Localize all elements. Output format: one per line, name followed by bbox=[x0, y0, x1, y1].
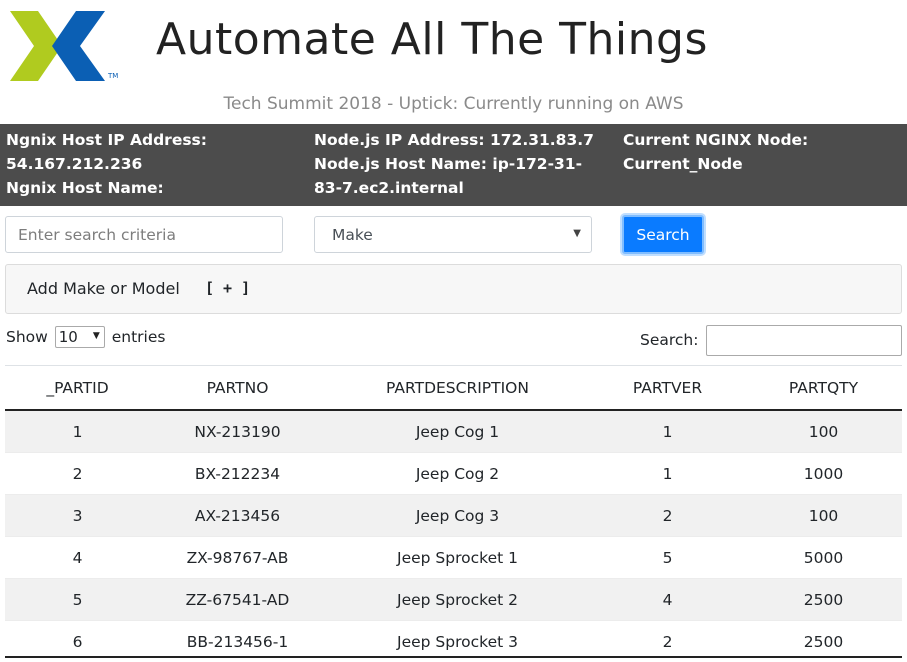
entries-length-control: Show 10 ▼ entries bbox=[6, 326, 165, 348]
nginx-ip-text: Ngnix Host IP Address: 54.167.212.236 bbox=[6, 131, 207, 173]
add-make-model-label: Add Make or Model bbox=[27, 279, 180, 298]
entries-select[interactable]: 10 ▼ bbox=[54, 326, 105, 348]
table-row: 4 ZX-98767-AB Jeep Sprocket 1 5 5000 bbox=[5, 536, 902, 579]
add-plus-button[interactable]: [ + ] bbox=[205, 279, 250, 297]
column-header-partqty[interactable]: PARTQTY bbox=[745, 365, 902, 411]
column-header-partno[interactable]: PARTNO bbox=[150, 365, 325, 411]
cell-partver: 5 bbox=[590, 536, 745, 579]
table-bottom-border bbox=[5, 656, 902, 658]
cell-partver: 4 bbox=[590, 578, 745, 621]
nutanix-x-logo-icon: TM bbox=[10, 11, 118, 81]
node-info: Node.js IP Address: 172.31.83.7 Node.js … bbox=[314, 128, 604, 200]
cell-partno: AX-213456 bbox=[150, 494, 325, 537]
cell-partid: 4 bbox=[5, 536, 150, 579]
column-header-partdescription[interactable]: PARTDESCRIPTION bbox=[325, 365, 590, 411]
cell-partqty: 100 bbox=[745, 409, 902, 453]
cell-partqty: 1000 bbox=[745, 452, 902, 495]
chevron-down-icon: ▼ bbox=[92, 331, 100, 341]
cell-partid: 5 bbox=[5, 578, 150, 621]
table-row: 1 NX-213190 Jeep Cog 1 1 100 bbox=[5, 409, 902, 453]
table-row: 5 ZZ-67541-AD Jeep Sprocket 2 4 2500 bbox=[5, 578, 902, 621]
column-header-partid[interactable]: _PARTID bbox=[5, 365, 150, 411]
cell-partqty: 2500 bbox=[745, 578, 902, 621]
cell-partdescription: Jeep Sprocket 1 bbox=[325, 536, 590, 579]
cell-partid: 1 bbox=[5, 409, 150, 453]
entries-label: entries bbox=[111, 328, 166, 346]
page-header: TM Automate All The Things Tech Summit 2… bbox=[0, 0, 907, 124]
svg-text:TM: TM bbox=[107, 72, 118, 80]
node-ip-text: Node.js IP Address: 172.31.83.7 bbox=[314, 131, 594, 149]
show-label: Show bbox=[6, 328, 48, 346]
cell-partver: 2 bbox=[590, 494, 745, 537]
table-search-input[interactable] bbox=[706, 325, 902, 356]
cell-partver: 1 bbox=[590, 409, 745, 453]
cell-partno: ZZ-67541-AD bbox=[150, 578, 325, 621]
cell-partdescription: Jeep Cog 1 bbox=[325, 409, 590, 453]
host-info-bar: Ngnix Host IP Address: 54.167.212.236 Ng… bbox=[0, 124, 907, 221]
column-header-partver[interactable]: PARTVER bbox=[590, 365, 745, 411]
add-make-model-bar[interactable]: Add Make or Model [ + ] bbox=[5, 264, 902, 314]
make-select[interactable]: Make ▼ bbox=[314, 216, 592, 253]
cell-partdescription: Jeep Cog 2 bbox=[325, 452, 590, 495]
table-row: 3 AX-213456 Jeep Cog 3 2 100 bbox=[5, 494, 902, 537]
chevron-down-icon: ▼ bbox=[573, 228, 581, 239]
cell-partver: 1 bbox=[590, 452, 745, 495]
cell-partdescription: Jeep Cog 3 bbox=[325, 494, 590, 537]
current-node-info: Current NGINX Node: Current_Node bbox=[623, 128, 903, 176]
make-select-value: Make bbox=[332, 226, 373, 244]
search-button[interactable]: Search bbox=[622, 215, 704, 254]
cell-partno: NX-213190 bbox=[150, 409, 325, 453]
cell-partid: 3 bbox=[5, 494, 150, 537]
nginx-info: Ngnix Host IP Address: 54.167.212.236 Ng… bbox=[6, 128, 296, 224]
cell-partno: BX-212234 bbox=[150, 452, 325, 495]
cell-partqty: 100 bbox=[745, 494, 902, 537]
search-criteria-input[interactable] bbox=[5, 216, 283, 253]
parts-table: _PARTID PARTNO PARTDESCRIPTION PARTVER P… bbox=[5, 365, 902, 662]
current-node-text: Current NGINX Node: Current_Node bbox=[623, 131, 809, 173]
entries-select-value: 10 bbox=[58, 328, 78, 346]
table-header-row: _PARTID PARTNO PARTDESCRIPTION PARTVER P… bbox=[5, 365, 902, 411]
cell-partid: 2 bbox=[5, 452, 150, 495]
table-search-label: Search: bbox=[640, 331, 699, 349]
cell-partdescription: Jeep Sprocket 2 bbox=[325, 578, 590, 621]
page-subtitle: Tech Summit 2018 - Uptick: Currently run… bbox=[223, 94, 684, 114]
page-title: Automate All The Things bbox=[156, 14, 708, 65]
table-row: 2 BX-212234 Jeep Cog 2 1 1000 bbox=[5, 452, 902, 495]
node-host-text: Node.js Host Name: ip-172-31-83-7.ec2.in… bbox=[314, 155, 583, 197]
cell-partqty: 5000 bbox=[745, 536, 902, 579]
cell-partno: ZX-98767-AB bbox=[150, 536, 325, 579]
